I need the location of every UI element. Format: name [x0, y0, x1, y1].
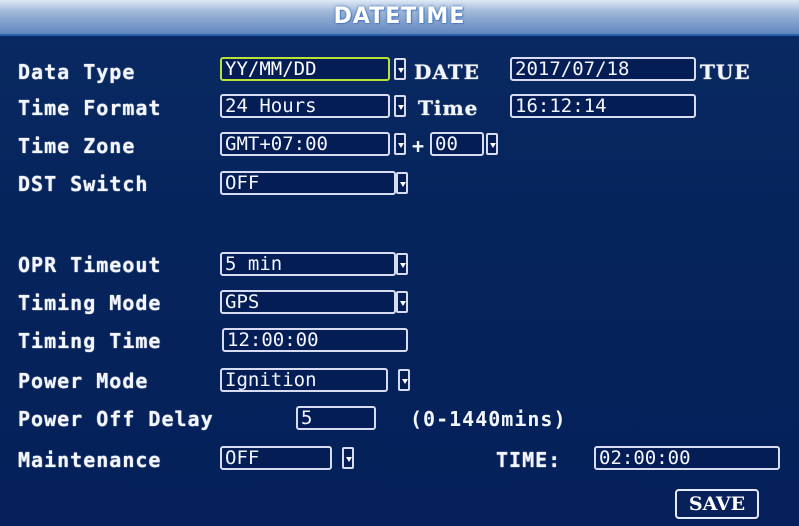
tz-sign-text: + [412, 134, 426, 158]
opr-timeout-dropdown-icon[interactable] [396, 253, 408, 275]
power-off-delay-field[interactable]: 5 [296, 406, 376, 430]
datetime-screen: DATETIME Data Type YY/MM/DD DATE 2017/07… [0, 0, 799, 526]
tz-minutes-dropdown-icon[interactable] [486, 133, 498, 155]
power-mode-select[interactable]: Ignition [220, 368, 388, 392]
opr-timeout-select[interactable]: 5 min [220, 252, 396, 276]
power-mode-dropdown-icon[interactable] [398, 369, 410, 391]
time-format-label: Time Format [18, 96, 162, 120]
timing-mode-select[interactable]: GPS [220, 290, 396, 314]
time-zone-label: Time Zone [18, 134, 136, 158]
power-off-delay-label: Power Off Delay [18, 407, 214, 431]
opr-timeout-label: OPR Timeout [18, 253, 162, 277]
dst-switch-dropdown-icon[interactable] [396, 172, 408, 194]
time-format-select[interactable]: 24 Hours [220, 94, 390, 118]
maintenance-dropdown-icon[interactable] [342, 447, 354, 469]
date-label: DATE [414, 60, 480, 84]
save-button[interactable]: SAVE [675, 489, 759, 519]
maintenance-time-label: TIME: [496, 448, 562, 472]
time-field[interactable]: 16:12:14 [510, 94, 696, 118]
date-field[interactable]: 2017/07/18 [510, 57, 696, 81]
timing-mode-dropdown-icon[interactable] [396, 291, 408, 313]
title-bar: DATETIME [0, 0, 799, 36]
data-type-dropdown-icon[interactable] [394, 58, 406, 80]
power-off-range-text: (0-1440mins) [410, 407, 567, 431]
maintenance-label: Maintenance [18, 448, 162, 472]
time-format-dropdown-icon[interactable] [394, 95, 406, 117]
time-label: Time [418, 96, 479, 120]
maintenance-time-field[interactable]: 02:00:00 [594, 446, 780, 470]
dst-switch-select[interactable]: OFF [220, 171, 396, 195]
data-type-select[interactable]: YY/MM/DD [220, 57, 390, 81]
weekday-text: TUE [700, 60, 751, 84]
timing-mode-label: Timing Mode [18, 291, 162, 315]
page-title: DATETIME [333, 4, 466, 29]
timing-time-field[interactable]: 12:00:00 [222, 328, 408, 352]
tz-minutes-select[interactable]: 00 [430, 132, 484, 156]
dst-switch-label: DST Switch [18, 172, 149, 196]
maintenance-select[interactable]: OFF [220, 446, 332, 470]
power-mode-label: Power Mode [18, 369, 149, 393]
time-zone-dropdown-icon[interactable] [394, 133, 406, 155]
time-zone-select[interactable]: GMT+07:00 [220, 132, 390, 156]
data-type-label: Data Type [18, 60, 136, 84]
timing-time-label: Timing Time [18, 329, 162, 353]
